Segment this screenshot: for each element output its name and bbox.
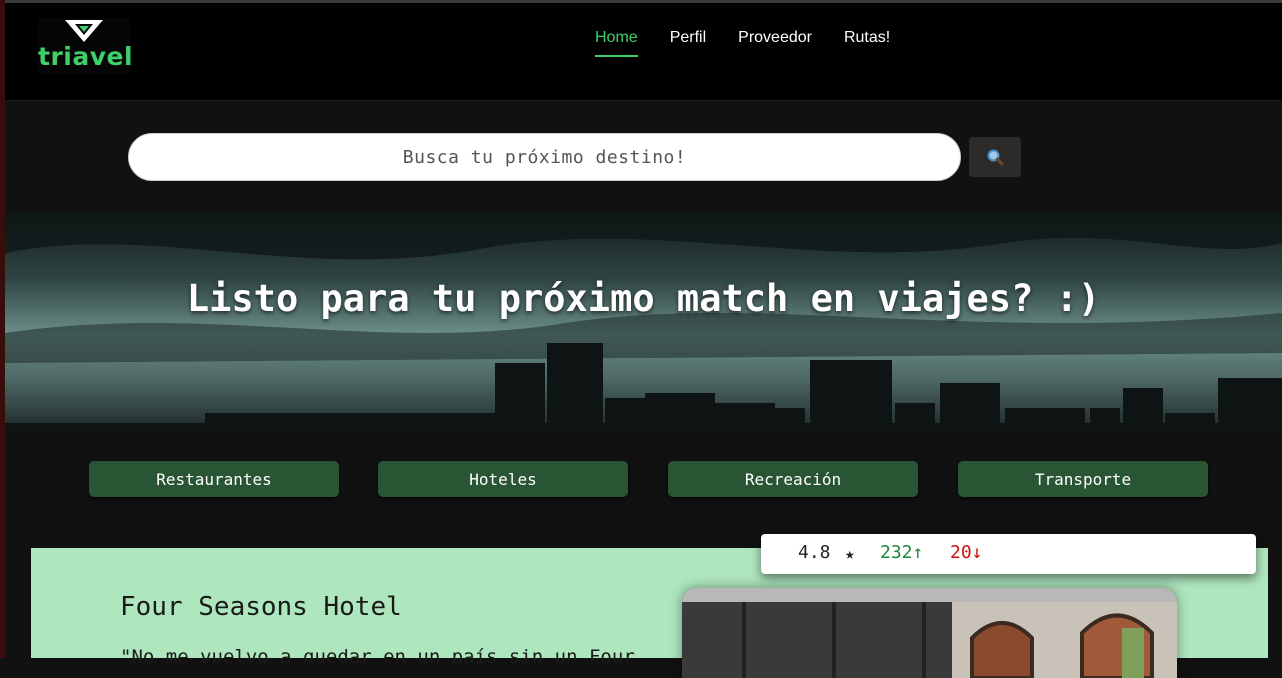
hero-banner: Listo para tu próximo match en viajes? :…: [5, 213, 1282, 435]
upvote-count[interactable]: 232↑: [880, 542, 923, 563]
category-hoteles-button[interactable]: Hoteles: [378, 461, 628, 497]
triangle-logo-icon: [65, 20, 103, 42]
nav-item-perfil[interactable]: Perfil: [670, 29, 706, 57]
category-restaurantes-button[interactable]: Restaurantes: [89, 461, 339, 497]
featured-title: Four Seasons Hotel: [120, 592, 402, 622]
hotel-room-photo: [682, 588, 1177, 678]
hero-title: Listo para tu próximo match en viajes? :…: [186, 277, 1101, 320]
city-skyline-image: [5, 213, 1282, 435]
navbar: triavel Home Perfil Proveedor Rutas!: [5, 3, 1282, 101]
nav-item-rutas[interactable]: Rutas!: [844, 29, 890, 57]
category-recreacion-button[interactable]: Recreación: [668, 461, 918, 497]
rating-bar: 4.8 ★ 232↑ 20↓: [761, 534, 1256, 574]
downvote-count[interactable]: 20↓: [950, 542, 983, 563]
hotel-room-image: [682, 588, 1177, 678]
rating-value: 4.8: [798, 542, 831, 563]
search-button[interactable]: [969, 137, 1021, 177]
category-transporte-button[interactable]: Transporte: [958, 461, 1208, 497]
nav-item-home[interactable]: Home: [595, 29, 638, 57]
search-input[interactable]: [128, 133, 961, 181]
brand-logo[interactable]: triavel: [38, 18, 134, 74]
search-icon: [987, 149, 1004, 166]
star-icon: ★: [845, 544, 855, 563]
brand-name: triavel: [38, 42, 134, 71]
nav-links: Home Perfil Proveedor Rutas!: [595, 29, 922, 57]
nav-item-proveedor[interactable]: Proveedor: [738, 29, 812, 57]
featured-quote: "No me vuelvo a quedar en un país sin un…: [120, 646, 635, 668]
